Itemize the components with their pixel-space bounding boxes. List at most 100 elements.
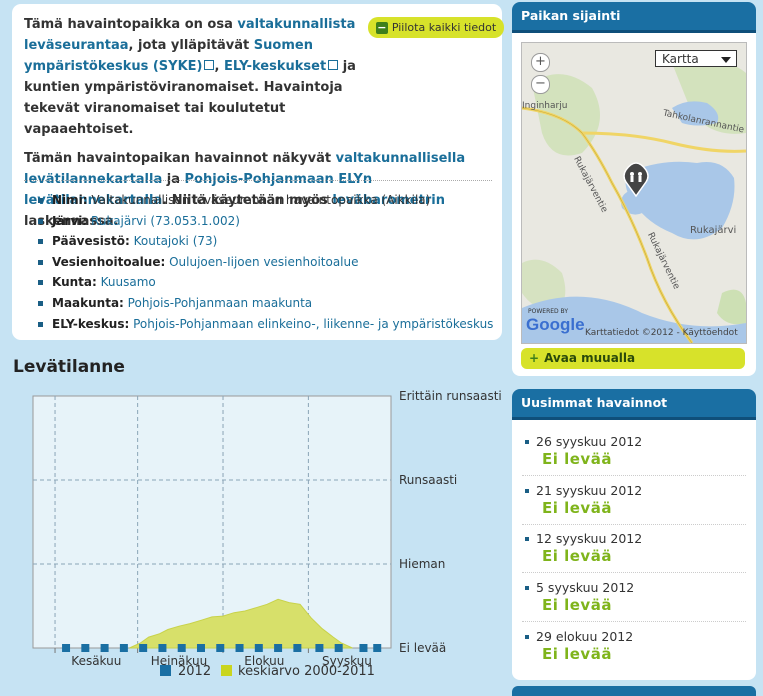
attr-name: Nimi: Valtakunnallisen leväseurannan hav… [38,190,493,211]
series-2012-point [81,644,90,652]
location-panel: Paikan sijainti + − Kartta Inginharju Ta… [512,2,756,376]
observation-item[interactable]: 5 syyskuu 2012 Ei levää [522,580,746,622]
observation-status: Ei levää [542,450,612,468]
observation-date: 12 syyskuu 2012 [522,531,746,546]
observation-status: Ei levää [542,499,612,517]
usage-text: Tämän havaintopaikan havainnot näkyvät [24,151,336,166]
powered-by-label: POWERED BY [528,308,569,315]
zoom-controls: + − [531,53,551,97]
observation-date: 21 syyskuu 2012 [522,483,746,498]
attr-ely-centre: ELY-keskus: Pohjois-Pohjanmaan elinkeino… [38,314,493,335]
series-2012-point [216,644,225,652]
google-logo: Google [526,315,585,334]
series-2012-point [334,644,343,652]
legend-label-2012: 2012 [178,664,211,679]
map-attribution-link[interactable]: Karttatiedot ©2012 - Käyttöehdot [585,328,738,338]
series-2012-point [359,644,368,652]
y-tick-label: Ei levää [399,641,446,655]
zoom-out-button[interactable]: − [531,75,550,94]
latest-observations-title: Uusimmat havainnot [512,389,756,420]
observation-status: Ei levää [542,645,612,663]
latest-observations-panel: Uusimmat havainnot 26 syyskuu 2012 Ei le… [512,389,756,680]
intro-text: , jota ylläpitävät [128,38,254,53]
series-2012-point [100,644,109,652]
series-2012-point [139,644,148,652]
series-2012-point [373,644,382,652]
y-tick-label: Hieman [399,557,445,571]
observation-item[interactable]: 29 elokuu 2012 Ei levää [522,629,746,670]
attr-label: Kunta: [52,275,97,290]
attr-region: Maakunta: Pohjois-Pohjanmaan maakunta [38,293,493,314]
plot-area [32,395,392,649]
observation-status: Ei levää [542,596,612,614]
map-label: Inginharju [522,101,568,111]
series-2012-point [315,644,324,652]
attr-label: Päävesistö: [52,234,130,249]
legend-label-average: keskiarvo 2000-2011 [238,664,375,679]
attr-lake: Järvi: Rukajärvi (73.053.1.002) [38,211,493,232]
x-tick-label: Kesäkuu [71,654,121,668]
link-ely-centres[interactable]: ELY-keskukset [224,59,326,74]
series-2012-point [119,644,128,652]
series-2012-point [196,644,205,652]
attr-water-management-area: Vesienhoitoalue: Oulujoen-Iijoen vesienh… [38,252,493,273]
attr-link-municipality[interactable]: Kuusamo [101,275,156,289]
intro-text: Tämä havaintopaikka on osa [24,17,238,32]
attr-label: Järvi: [52,213,88,228]
intro-paragraph: Tämä havaintopaikka on osa valtakunnalli… [24,14,364,140]
observation-status: Ei levää [542,547,612,565]
attr-label: Maakunta: [52,295,124,310]
attr-label: ELY-keskus: [52,316,130,331]
chevron-down-icon [721,57,731,63]
series-2012-point [62,644,71,652]
site-attributes-list: Nimi: Valtakunnallisen leväseurannan hav… [38,190,493,334]
attr-value: Valtakunnallisen leväseurannan havaintop… [91,193,431,207]
series-2012-point [235,644,244,652]
attr-link-ely-centre[interactable]: Pohjois-Pohjanmaan elinkeino-, liikenne-… [133,317,493,331]
zoom-in-button[interactable]: + [531,53,550,72]
map-type-select[interactable]: Kartta [655,50,737,67]
location-panel-title: Paikan sijainti [512,2,756,33]
attr-label: Vesienhoitoalue: [52,254,166,269]
series-2012-point [254,644,263,652]
observation-date: 29 elokuu 2012 [522,629,746,644]
attr-main-watershed: Päävesistö: Koutajoki (73) [38,231,493,252]
attr-municipality: Kunta: Kuusamo [38,272,493,293]
series-2012-point [274,644,283,652]
map-view[interactable]: + − Kartta Inginharju Tahkolanrannantie … [521,42,747,344]
attr-link-lake[interactable]: Rukajärvi (73.053.1.002) [91,214,240,228]
map-label: Rukajärvi [690,225,737,236]
attr-label: Nimi: [52,193,88,207]
attr-link-region[interactable]: Pohjois-Pohjanmaan maakunta [128,296,312,310]
hide-all-info-label: Piilota kaikki tiedot [391,21,497,34]
chart-title: Levätilanne [13,357,125,377]
attr-link-management-area[interactable]: Oulujoen-Iijoen vesienhoitoalue [169,255,358,269]
divider [24,180,492,181]
hide-all-info-button[interactable]: − Piilota kaikki tiedot [368,17,504,38]
location-pin-icon[interactable] [622,162,650,198]
external-link-icon [204,60,215,70]
y-tick-label: Runsaasti [399,473,457,487]
series-2012-point [177,644,186,652]
observation-item[interactable]: 12 syyskuu 2012 Ei levää [522,531,746,573]
minus-icon: − [375,20,388,34]
legend-swatch-average [221,665,232,676]
observation-item[interactable]: 21 syyskuu 2012 Ei levää [522,483,746,525]
legend-swatch-2012 [160,665,171,676]
attr-link-watershed[interactable]: Koutajoki (73) [134,234,218,248]
observation-item[interactable]: 26 syyskuu 2012 Ei levää [522,434,746,476]
open-elsewhere-label: Avaa muualla [544,351,636,365]
observation-date: 5 syyskuu 2012 [522,580,746,595]
site-info-panel: − Piilota kaikki tiedot Tämä havaintopai… [12,4,504,340]
series-2012-point [158,644,167,652]
map-type-value: Kartta [662,52,699,66]
plus-icon: + [529,351,540,365]
algae-status-chart: Ei levää Hieman Runsaasti Erittäin runsaast… [32,389,502,679]
external-link-icon [328,60,339,70]
next-panel-header [512,686,756,696]
observation-date: 26 syyskuu 2012 [522,434,746,449]
open-elsewhere-button[interactable]: + Avaa muualla [521,348,745,369]
y-tick-label: Erittäin runsaasti [399,389,502,403]
intro-text: , [214,59,224,74]
series-2012-point [293,644,302,652]
